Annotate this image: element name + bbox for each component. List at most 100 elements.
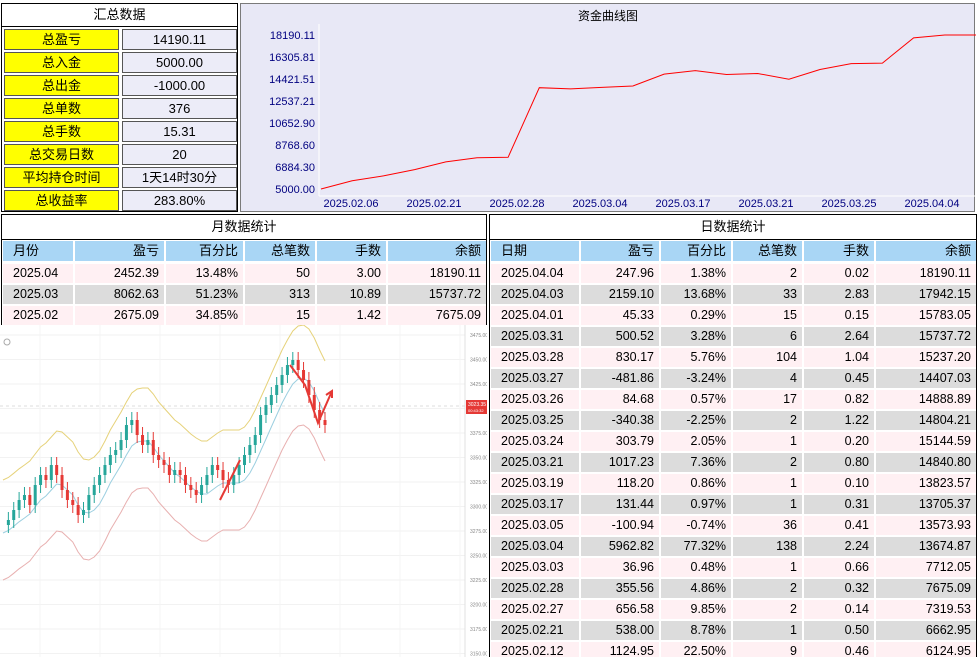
candle-body	[103, 465, 107, 475]
column-header[interactable]: 盈亏	[74, 240, 165, 262]
table-cell: 6662.95	[875, 620, 976, 641]
candle-body	[71, 500, 75, 505]
table-cell: 3.00	[316, 263, 387, 284]
candle-body	[28, 495, 32, 505]
y-tick-label: 10652.90	[269, 118, 315, 130]
y-tick-label: 6884.30	[275, 162, 315, 174]
candle-body	[33, 485, 37, 505]
table-cell: 2	[732, 452, 803, 473]
table-cell: 1.04	[803, 347, 875, 368]
table-cell: 0.32	[803, 578, 875, 599]
table-cell: 50	[244, 263, 316, 284]
column-header[interactable]: 手数	[316, 240, 387, 262]
table-cell: 13.68%	[660, 284, 732, 305]
candle-body	[280, 375, 284, 385]
table-cell: 1	[732, 557, 803, 578]
x-tick-label: 2025.03.21	[738, 198, 793, 210]
price-axis-label: 3200.00	[470, 603, 487, 609]
column-header[interactable]: 百分比	[165, 240, 244, 262]
candle-body	[22, 495, 26, 500]
table-cell: 3.28%	[660, 326, 732, 347]
table-cell: 2025.03.27	[490, 368, 580, 389]
table-cell: 0.41	[803, 515, 875, 536]
candle-body	[98, 475, 102, 485]
table-cell: 15737.72	[875, 326, 976, 347]
table-cell: 1.22	[803, 410, 875, 431]
candle-body	[92, 485, 96, 495]
table-cell: 2	[732, 599, 803, 620]
equity-line	[320, 34, 976, 190]
last-price-time: 00:43:32	[468, 408, 484, 413]
column-header[interactable]: 手数	[803, 240, 875, 262]
table-cell: 131.44	[580, 494, 660, 515]
summary-label: 总手数	[4, 121, 119, 142]
column-header[interactable]: 日期	[490, 240, 580, 262]
summary-label: 总交易日数	[4, 144, 119, 165]
summary-row: 总入金 5000.00	[4, 52, 237, 73]
table-cell: 2	[732, 578, 803, 599]
table-cell: 2025.03.24	[490, 431, 580, 452]
table-cell: 0.31	[803, 494, 875, 515]
table-cell: 9	[732, 641, 803, 657]
candle-body	[259, 415, 263, 435]
equity-chart-svg: 资金曲线图 18190.11 16305.81 14421.51 12537.21 10…	[269, 8, 976, 210]
summary-label: 总入金	[4, 52, 119, 73]
table-cell: 2025.03.19	[490, 473, 580, 494]
table-cell: 22.50%	[660, 641, 732, 657]
summary-value: 14190.11	[122, 29, 237, 50]
table-cell: 2025.03.04	[490, 536, 580, 557]
table-cell: 7675.09	[875, 578, 976, 599]
table-cell: 0.45	[803, 368, 875, 389]
x-tick-label: 2025.04.04	[904, 198, 959, 210]
table-cell: 6124.95	[875, 641, 976, 657]
table-cell: 2025.04	[2, 263, 74, 284]
price-axis-label: 3375.00	[470, 431, 487, 437]
table-cell: 77.32%	[660, 536, 732, 557]
table-cell: 4.86%	[660, 578, 732, 599]
table-cell: 0.20	[803, 431, 875, 452]
x-tick-label: 2025.02.06	[323, 198, 378, 210]
table-cell: -2.25%	[660, 410, 732, 431]
summary-row: 总单数 376	[4, 98, 237, 119]
table-cell: 0.14	[803, 599, 875, 620]
column-header[interactable]: 月份	[2, 240, 74, 262]
summary-value: 5000.00	[122, 52, 237, 73]
column-header[interactable]: 百分比	[660, 240, 732, 262]
candle-body	[183, 475, 187, 485]
table-cell: 14407.03	[875, 368, 976, 389]
summary-row: 总出金 -1000.00	[4, 75, 237, 96]
column-header[interactable]: 余额	[387, 240, 486, 262]
column-header[interactable]: 盈亏	[580, 240, 660, 262]
y-tick-label: 12537.21	[269, 96, 315, 108]
summary-row: 总交易日数 20	[4, 144, 237, 165]
candle-body	[296, 360, 300, 370]
y-tick-label: 14421.51	[269, 74, 315, 86]
column-header[interactable]: 总笔数	[732, 240, 803, 262]
table-cell: 13573.93	[875, 515, 976, 536]
candle-body	[243, 455, 246, 465]
candle-body	[205, 475, 209, 485]
candle-body	[178, 470, 182, 475]
table-cell: 2025.02.12	[490, 641, 580, 657]
equity-chart: 资金曲线图 18190.11 16305.81 14421.51 12537.21 10…	[240, 3, 976, 212]
table-cell: 2675.09	[74, 305, 165, 325]
table-cell: 2025.02.28	[490, 578, 580, 599]
table-cell: 2.05%	[660, 431, 732, 452]
x-tick-label: 2025.02.28	[489, 198, 544, 210]
table-cell: 0.66	[803, 557, 875, 578]
x-tick-label: 2025.03.04	[572, 198, 627, 210]
candle-body	[194, 490, 198, 495]
price-axis-label: 3325.00	[470, 480, 487, 486]
table-cell: 2025.03.28	[490, 347, 580, 368]
column-header[interactable]: 余额	[875, 240, 976, 262]
table-cell: 538.00	[580, 620, 660, 641]
column-header[interactable]: 总笔数	[244, 240, 316, 262]
table-cell: 10.89	[316, 284, 387, 305]
summary-value: 20	[122, 144, 237, 165]
table-cell: 14888.89	[875, 389, 976, 410]
candle-body	[291, 360, 295, 365]
candle-body	[285, 365, 289, 375]
table-cell: 138	[732, 536, 803, 557]
summary-row: 平均持仓时间 1天14时30分	[4, 167, 237, 188]
table-cell: 51.23%	[165, 284, 244, 305]
